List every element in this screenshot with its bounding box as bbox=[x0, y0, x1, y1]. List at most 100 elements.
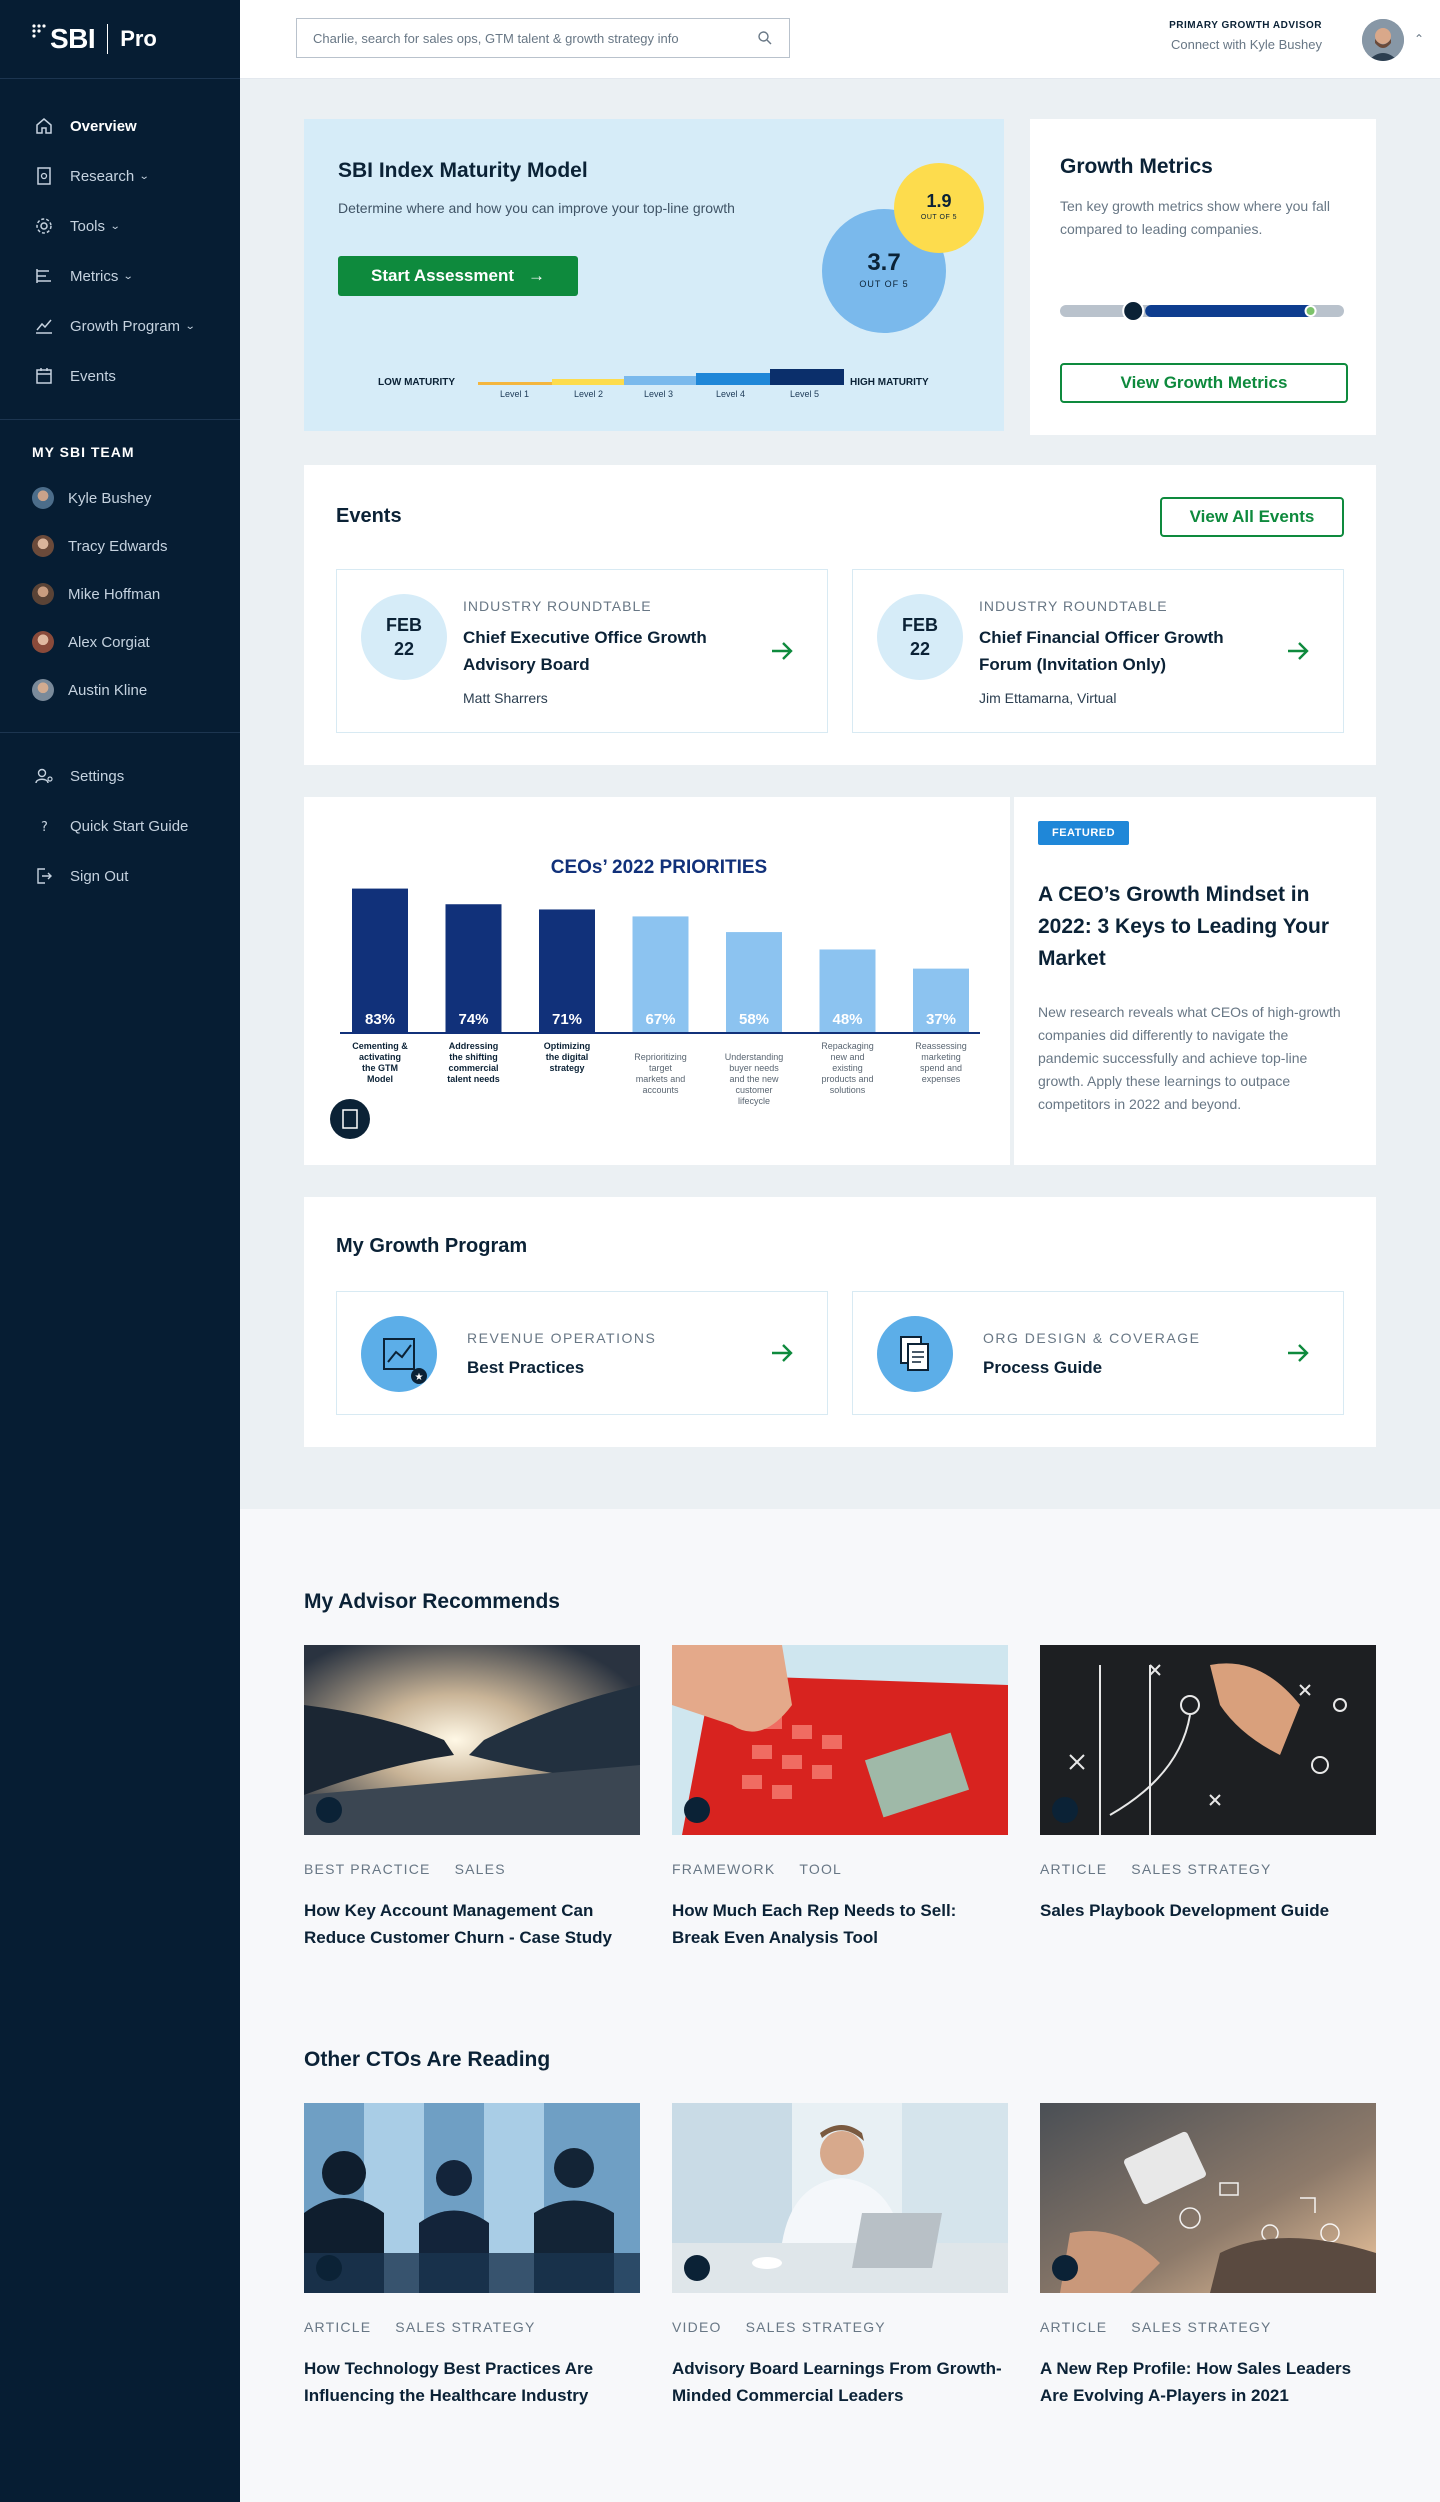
tag[interactable]: ARTICLE bbox=[1040, 1861, 1107, 1877]
main-nav: Overview Research ⌄ Tools ⌄ Metrics ⌄ Growt… bbox=[0, 79, 240, 420]
nav-growth-program[interactable]: Growth Program ⌄ bbox=[0, 301, 240, 351]
tag[interactable]: ARTICLE bbox=[1040, 2319, 1107, 2335]
growth-program-item[interactable]: ★ REVENUE OPERATIONS Best Practices bbox=[336, 1291, 828, 1415]
content-card[interactable]: FRAMEWORK TOOL How Much Each Rep Needs to… bbox=[672, 1645, 1008, 1951]
document-icon bbox=[684, 1797, 710, 1823]
member-name: Austin Kline bbox=[68, 681, 148, 699]
tag[interactable]: TOOL bbox=[799, 1861, 842, 1877]
team-heading: MY SBI TEAM bbox=[32, 444, 135, 460]
arrow-right-icon[interactable] bbox=[769, 638, 795, 664]
card-title[interactable]: Advisory Board Learnings From Growth-Min… bbox=[672, 2355, 1008, 2409]
featured-article-card[interactable]: FEATURED A CEO’s Growth Mindset in 2022:… bbox=[1014, 797, 1376, 1165]
score-value: 3.7 bbox=[867, 249, 901, 276]
bar-value-label: 67% bbox=[645, 1011, 675, 1028]
event-card[interactable]: FEB 22 INDUSTRY ROUNDTABLE Chief Financia… bbox=[852, 569, 1344, 733]
meeting-image[interactable] bbox=[304, 2103, 640, 2293]
arrow-right-icon[interactable] bbox=[769, 1340, 795, 1366]
team-member[interactable]: Mike Hoffman bbox=[0, 570, 240, 618]
handshake-image[interactable] bbox=[304, 1645, 640, 1835]
tag[interactable]: BEST PRACTICE bbox=[304, 1861, 431, 1877]
range-start-handle[interactable] bbox=[1122, 300, 1145, 322]
content-card[interactable]: BEST PRACTICE SALES How Key Account Manag… bbox=[304, 1645, 640, 1951]
laptop-man-image[interactable] bbox=[672, 2103, 1008, 2293]
tag[interactable]: VIDEO bbox=[672, 2319, 722, 2335]
event-title[interactable]: Chief Financial Officer Growth Forum (In… bbox=[979, 624, 1255, 678]
growth-metrics-range[interactable] bbox=[1030, 291, 1376, 331]
nav-overview[interactable]: Overview bbox=[0, 101, 240, 151]
chevron-down-icon: ⌄ bbox=[123, 270, 134, 282]
category-label: Cementing & activating the GTM Model bbox=[352, 1041, 408, 1084]
growth-metrics-card: Growth Metrics Ten key growth metrics sh… bbox=[1030, 119, 1376, 435]
content-card[interactable]: ARTICLE SALES STRATEGY Sales Playbook Dev… bbox=[1040, 1645, 1376, 1924]
event-title[interactable]: Chief Executive Office Growth Advisory B… bbox=[463, 624, 739, 678]
chevron-down-icon: ⌄ bbox=[138, 170, 150, 182]
search-box[interactable] bbox=[296, 18, 790, 58]
tag-list: VIDEO SALES STRATEGY bbox=[672, 2319, 1008, 2335]
nav-tools[interactable]: Tools ⌄ bbox=[0, 201, 240, 251]
document-icon[interactable] bbox=[330, 1099, 370, 1139]
nav-quick-start[interactable]: ? Quick Start Guide bbox=[0, 801, 240, 851]
advisor-photo-icon bbox=[1362, 19, 1404, 61]
tag[interactable]: SALES STRATEGY bbox=[746, 2319, 886, 2335]
nav-label: Sign Out bbox=[70, 867, 129, 885]
card-title[interactable]: How Key Account Management Can Reduce Cu… bbox=[304, 1897, 640, 1951]
score-sub: OUT OF 5 bbox=[859, 279, 909, 289]
tablet-hands-image[interactable] bbox=[1040, 2103, 1376, 2293]
utility-nav: Settings ? Quick Start Guide Sign Out bbox=[0, 733, 240, 919]
tag[interactable]: FRAMEWORK bbox=[672, 1861, 775, 1877]
card-title[interactable]: Sales Playbook Development Guide bbox=[1040, 1897, 1376, 1924]
chalkboard-image[interactable] bbox=[1040, 1645, 1376, 1835]
team-member[interactable]: Alex Corgiat bbox=[0, 618, 240, 666]
team-member[interactable]: Tracy Edwards bbox=[0, 522, 240, 570]
chevron-up-icon[interactable]: ⌃ bbox=[1414, 32, 1424, 46]
nav-events[interactable]: Events bbox=[0, 351, 240, 401]
member-name: Alex Corgiat bbox=[68, 633, 150, 651]
view-growth-metrics-button[interactable]: View Growth Metrics bbox=[1060, 363, 1348, 403]
content-card[interactable]: ARTICLE SALES STRATEGY A New Rep Profile:… bbox=[1040, 2103, 1376, 2409]
event-card[interactable]: FEB 22 INDUSTRY ROUNDTABLE Chief Executiv… bbox=[336, 569, 828, 733]
growth-chart-icon: ★ bbox=[361, 1316, 437, 1392]
search-input[interactable] bbox=[313, 30, 757, 46]
card-title[interactable]: A New Rep Profile: How Sales Leaders Are… bbox=[1040, 2355, 1376, 2409]
team-member[interactable]: Kyle Bushey bbox=[0, 474, 240, 522]
range-end-marker bbox=[1304, 305, 1317, 317]
category-label: Reassessing marketing spend and expenses bbox=[915, 1041, 967, 1084]
growth-program-item[interactable]: ORG DESIGN & COVERAGE Process Guide bbox=[852, 1291, 1344, 1415]
nav-metrics[interactable]: Metrics ⌄ bbox=[0, 251, 240, 301]
document-icon bbox=[684, 2255, 710, 2281]
tag-list: FRAMEWORK TOOL bbox=[672, 1861, 1008, 1877]
advisor-connect-link[interactable]: Connect with Kyle Bushey bbox=[1169, 37, 1322, 52]
arrow-right-icon[interactable] bbox=[1285, 638, 1311, 664]
card-title[interactable]: How Technology Best Practices Are Influe… bbox=[304, 2355, 640, 2409]
bar-value-label: 74% bbox=[458, 1011, 488, 1028]
top-bar: PRIMARY GROWTH ADVISOR Connect with Kyle… bbox=[240, 0, 1440, 79]
search-icon[interactable] bbox=[757, 30, 773, 46]
card-title[interactable]: How Much Each Rep Needs to Sell: Break E… bbox=[672, 1897, 1008, 1951]
advisor-avatar[interactable] bbox=[1362, 19, 1404, 61]
arrow-right-icon[interactable] bbox=[1285, 1340, 1311, 1366]
tag[interactable]: SALES STRATEGY bbox=[395, 2319, 535, 2335]
view-all-events-button[interactable]: View All Events bbox=[1160, 497, 1344, 537]
content-card[interactable]: ARTICLE SALES STRATEGY How Technology Bes… bbox=[304, 2103, 640, 2409]
content-card[interactable]: VIDEO SALES STRATEGY Advisory Board Learn… bbox=[672, 2103, 1008, 2409]
tag[interactable]: ARTICLE bbox=[304, 2319, 371, 2335]
nav-research[interactable]: Research ⌄ bbox=[0, 151, 240, 201]
maturity-level-bar bbox=[552, 379, 626, 385]
maturity-title: SBI Index Maturity Model bbox=[338, 159, 588, 182]
program-category: ORG DESIGN & COVERAGE bbox=[983, 1330, 1201, 1346]
calculator-image[interactable] bbox=[672, 1645, 1008, 1835]
priorities-chart-card[interactable]: CEOs’ 2022 PRIORITIES 83% 74% 71% 67% 58% 48%… bbox=[304, 797, 1010, 1165]
tag[interactable]: SALES bbox=[455, 1861, 506, 1877]
nav-settings[interactable]: Settings bbox=[0, 751, 240, 801]
logo[interactable]: SBI Pro bbox=[0, 0, 240, 79]
team-member[interactable]: Austin Kline bbox=[0, 666, 240, 714]
user-settings-icon bbox=[35, 768, 53, 784]
nav-sign-out[interactable]: Sign Out bbox=[0, 851, 240, 901]
tag-list: ARTICLE SALES STRATEGY bbox=[304, 2319, 640, 2335]
advisor-info[interactable]: PRIMARY GROWTH ADVISOR Connect with Kyle… bbox=[1169, 18, 1322, 52]
featured-title[interactable]: A CEO’s Growth Mindset in 2022: 3 Keys t… bbox=[1038, 879, 1348, 975]
level-label: Level 4 bbox=[716, 389, 746, 399]
tag[interactable]: SALES STRATEGY bbox=[1131, 2319, 1271, 2335]
tag[interactable]: SALES STRATEGY bbox=[1131, 1861, 1271, 1877]
start-assessment-button[interactable]: Start Assessment → bbox=[338, 256, 578, 296]
